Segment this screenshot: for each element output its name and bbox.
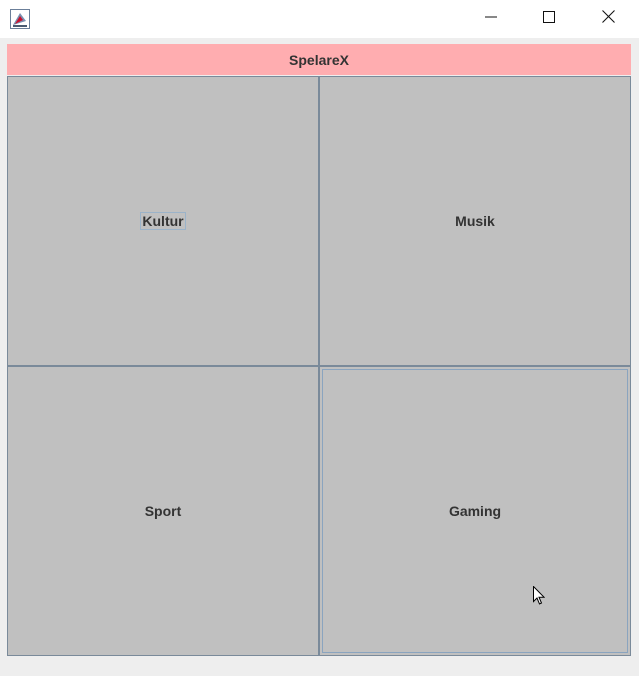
maximize-button[interactable] xyxy=(520,0,578,38)
kultur-button-label: Kultur xyxy=(140,212,186,230)
gaming-button[interactable]: Gaming xyxy=(319,366,631,656)
close-icon xyxy=(601,10,615,28)
page-title: SpelareX xyxy=(289,51,349,68)
gaming-button-label: Gaming xyxy=(448,503,502,519)
musik-button[interactable]: Musik xyxy=(319,76,631,366)
header-banner: SpelareX xyxy=(7,44,631,75)
java-app-icon xyxy=(10,9,30,29)
mouse-pointer-icon xyxy=(533,585,546,606)
minimize-button[interactable] xyxy=(462,0,520,38)
window-titlebar xyxy=(0,0,639,38)
maximize-icon xyxy=(543,10,555,28)
minimize-icon xyxy=(485,10,497,28)
musik-button-label: Musik xyxy=(455,213,495,229)
kultur-button[interactable]: Kultur xyxy=(7,76,319,366)
sport-button[interactable]: Sport xyxy=(7,366,319,656)
sport-button-label: Sport xyxy=(144,503,182,519)
main-panel: SpelareX Kultur Musik Sport Gaming xyxy=(7,44,631,656)
close-button[interactable] xyxy=(579,0,637,38)
